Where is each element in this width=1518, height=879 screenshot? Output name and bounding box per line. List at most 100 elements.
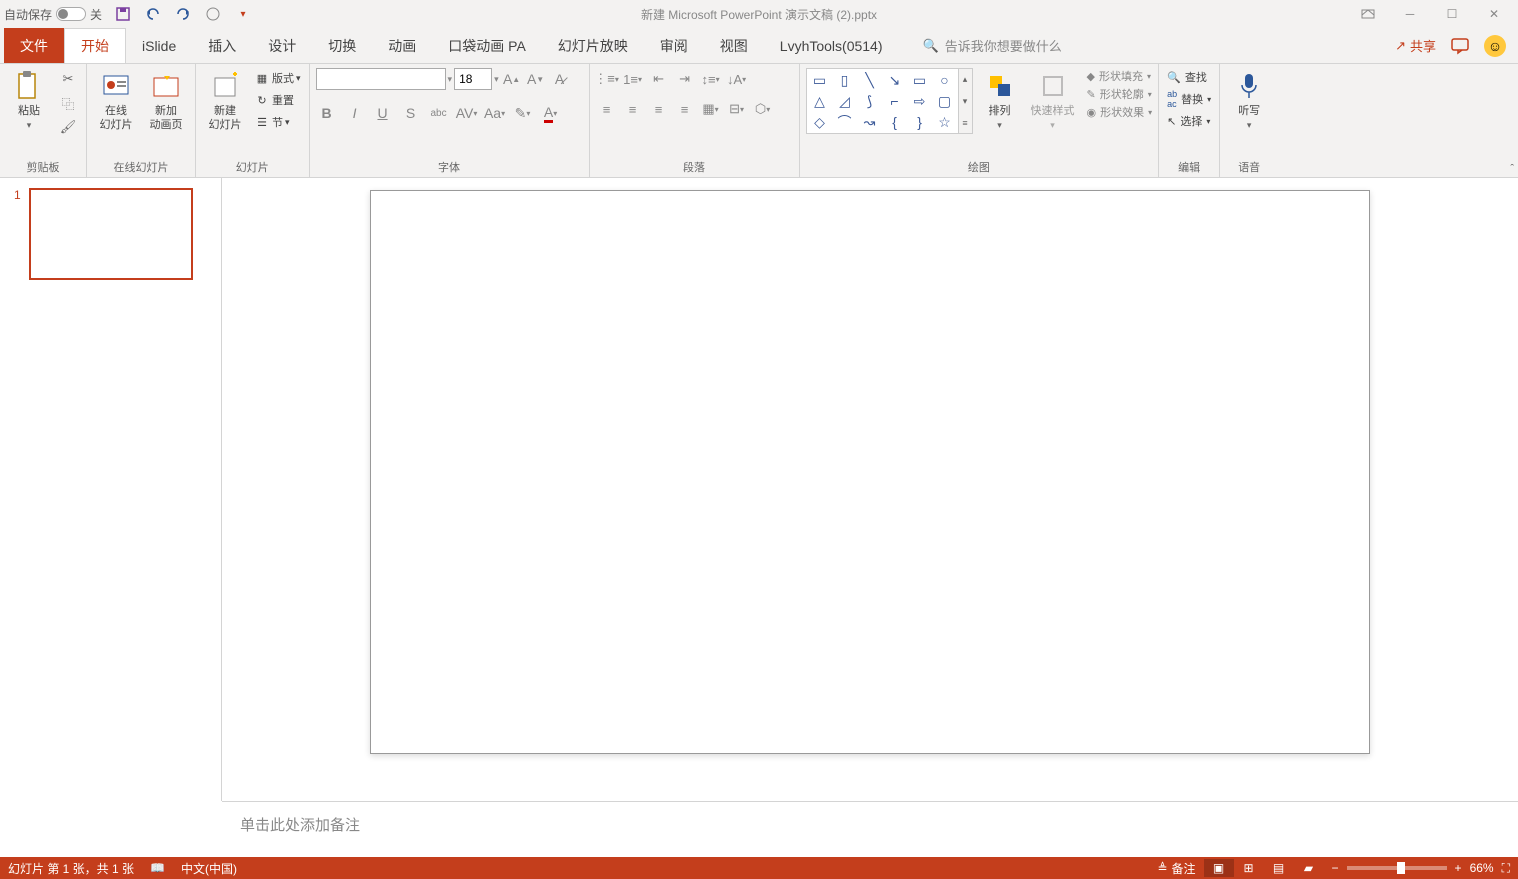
- highlight-icon[interactable]: ✎▾: [512, 102, 534, 124]
- share-button[interactable]: ↗ 共享: [1395, 36, 1436, 55]
- shape-outline-button[interactable]: ✎形状轮廓 ▾: [1087, 86, 1153, 102]
- notes-pane[interactable]: 单击此处添加备注: [222, 801, 1518, 857]
- cut-icon[interactable]: ✂: [56, 68, 80, 90]
- slide-counter[interactable]: 幻灯片 第 1 张，共 1 张: [8, 860, 134, 877]
- shape-arrow-line-icon[interactable]: ↘: [883, 70, 907, 90]
- ribbon-options-icon[interactable]: [1348, 2, 1388, 26]
- numbering-icon[interactable]: 1≡▾: [622, 68, 644, 90]
- justify-icon[interactable]: ≡: [674, 98, 696, 120]
- shapes-scroll-down-icon[interactable]: ▾: [959, 91, 972, 111]
- feedback-smiley-icon[interactable]: ☺: [1484, 35, 1506, 57]
- slideshow-icon[interactable]: [204, 5, 222, 23]
- shape-arc-icon[interactable]: ⌒: [833, 112, 857, 132]
- shape-effects-button[interactable]: ◉形状效果 ▾: [1087, 104, 1153, 120]
- notes-toggle[interactable]: ≜ 备注: [1157, 860, 1195, 877]
- align-left-icon[interactable]: ≡: [596, 98, 618, 120]
- columns-icon[interactable]: ▦▾: [700, 98, 722, 120]
- shape-line-icon[interactable]: ╲: [858, 70, 882, 90]
- quick-styles-button[interactable]: 快速样式 ▾: [1027, 68, 1079, 133]
- text-direction-icon[interactable]: ↓A▾: [726, 68, 748, 90]
- dictate-button[interactable]: 听写 ▾: [1226, 68, 1272, 133]
- sorter-view-icon[interactable]: ⊞: [1234, 859, 1264, 877]
- italic-icon[interactable]: I: [344, 102, 366, 124]
- qat-more-icon[interactable]: ▾: [234, 5, 252, 23]
- zoom-slider[interactable]: [1347, 866, 1447, 870]
- shape-roundrect2-icon[interactable]: ◇: [808, 112, 832, 132]
- zoom-level[interactable]: 66%: [1470, 861, 1494, 875]
- layout-button[interactable]: ▦版式 ▾: [252, 68, 303, 88]
- slide-thumbnail-1[interactable]: [29, 188, 193, 280]
- tab-review[interactable]: 审阅: [644, 28, 704, 63]
- line-spacing-icon[interactable]: ↕≡▾: [700, 68, 722, 90]
- copy-icon[interactable]: ⿻: [56, 92, 80, 114]
- shape-rect-icon[interactable]: ▭: [908, 70, 932, 90]
- decrease-indent-icon[interactable]: ⇤: [648, 68, 670, 90]
- tab-pocket-anim[interactable]: 口袋动画 PA: [432, 28, 542, 63]
- tab-insert[interactable]: 插入: [192, 28, 252, 63]
- new-slide-button[interactable]: 新建 幻灯片: [202, 68, 248, 135]
- shadow-icon[interactable]: abc: [428, 102, 450, 124]
- save-icon[interactable]: [114, 5, 132, 23]
- close-icon[interactable]: ✕: [1474, 2, 1514, 26]
- language-status[interactable]: 中文(中国): [181, 860, 237, 877]
- section-button[interactable]: ☰节 ▾: [252, 112, 303, 132]
- increase-font-icon[interactable]: A▲: [501, 68, 523, 90]
- tab-home[interactable]: 开始: [64, 28, 126, 63]
- fit-window-icon[interactable]: ⛶: [1502, 861, 1510, 876]
- font-name-input[interactable]: [316, 68, 446, 90]
- tab-lvyhtools[interactable]: LvyhTools(0514): [764, 28, 899, 63]
- reset-button[interactable]: ↻重置: [252, 90, 303, 110]
- tab-animations[interactable]: 动画: [372, 28, 432, 63]
- shape-vtextbox-icon[interactable]: ▯: [833, 70, 857, 90]
- autosave-toggle[interactable]: 自动保存 关: [4, 6, 102, 23]
- slide-canvas[interactable]: [370, 190, 1370, 754]
- shapes-more-icon[interactable]: ≡: [959, 113, 972, 133]
- bold-icon[interactable]: B: [316, 102, 338, 124]
- align-right-icon[interactable]: ≡: [648, 98, 670, 120]
- minimize-icon[interactable]: ─: [1390, 2, 1430, 26]
- select-button[interactable]: ↖选择 ▾: [1165, 112, 1213, 130]
- tab-file[interactable]: 文件: [4, 28, 64, 63]
- shape-connector-icon[interactable]: ↝: [858, 112, 882, 132]
- shape-rtriangle-icon[interactable]: ◿: [833, 91, 857, 111]
- tab-transitions[interactable]: 切换: [312, 28, 372, 63]
- increase-indent-icon[interactable]: ⇥: [674, 68, 696, 90]
- shapes-gallery[interactable]: ▭ ▯ ╲ ↘ ▭ ○ △ ◿ ⟆ ⌐ ⇨ ▢ ◇ ⌒ ↝ { }: [806, 68, 959, 134]
- find-button[interactable]: 🔍查找: [1165, 68, 1213, 86]
- replace-button[interactable]: abac替换 ▾: [1165, 88, 1213, 110]
- tell-me-search[interactable]: 🔍 告诉我你想要做什么: [923, 28, 1062, 63]
- font-size-input[interactable]: [454, 68, 492, 90]
- normal-view-icon[interactable]: ▣: [1204, 859, 1234, 877]
- shape-arrow-right-icon[interactable]: ⇨: [908, 91, 932, 111]
- undo-icon[interactable]: [144, 5, 162, 23]
- shapes-scroll-up-icon[interactable]: ▴: [959, 69, 972, 89]
- collapse-ribbon-icon[interactable]: ˆ: [1510, 163, 1514, 175]
- spellcheck-icon[interactable]: 📖: [150, 861, 165, 875]
- shape-triangle-icon[interactable]: △: [808, 91, 832, 111]
- strikethrough-icon[interactable]: S: [400, 102, 422, 124]
- tab-design[interactable]: 设计: [252, 28, 312, 63]
- font-color-icon[interactable]: A▾: [540, 102, 562, 124]
- shape-curve-icon[interactable]: ⟆: [858, 91, 882, 111]
- shape-fill-button[interactable]: ◆形状填充 ▾: [1087, 68, 1153, 84]
- shape-elbow-icon[interactable]: ⌐: [883, 91, 907, 111]
- change-case-icon[interactable]: Aa▾: [484, 102, 506, 124]
- shape-oval-icon[interactable]: ○: [933, 70, 957, 90]
- online-slides-button[interactable]: 在线 幻灯片: [93, 68, 139, 135]
- bullets-icon[interactable]: ⋮≡▾: [596, 68, 618, 90]
- tab-slideshow[interactable]: 幻灯片放映: [542, 28, 644, 63]
- zoom-in-icon[interactable]: +: [1455, 861, 1462, 875]
- redo-icon[interactable]: [174, 5, 192, 23]
- comments-icon[interactable]: [1450, 37, 1470, 55]
- shape-roundrect-icon[interactable]: ▢: [933, 91, 957, 111]
- shape-textbox-icon[interactable]: ▭: [808, 70, 832, 90]
- shape-rbrace-icon[interactable]: }: [908, 112, 932, 132]
- decrease-font-icon[interactable]: A▼: [525, 68, 547, 90]
- zoom-out-icon[interactable]: −: [1332, 861, 1339, 875]
- maximize-icon[interactable]: ☐: [1432, 2, 1472, 26]
- char-spacing-icon[interactable]: AV▾: [456, 102, 478, 124]
- paste-button[interactable]: 粘贴 ▾: [6, 68, 52, 133]
- slideshow-view-icon[interactable]: ▰: [1294, 859, 1324, 877]
- shape-lbrace-icon[interactable]: {: [883, 112, 907, 132]
- align-text-icon[interactable]: ⊟▾: [726, 98, 748, 120]
